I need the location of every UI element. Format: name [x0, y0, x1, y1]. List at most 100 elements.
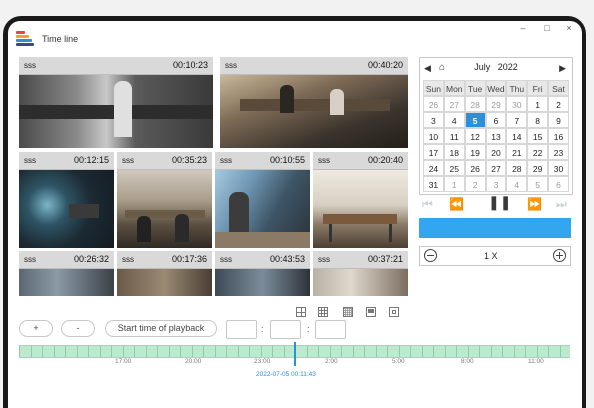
- timeline-tick: [157, 346, 158, 357]
- camera-tile[interactable]: sss 00:26:32: [19, 251, 114, 296]
- skip-start-icon[interactable]: ⏮: [422, 197, 433, 212]
- calendar-day[interactable]: 2: [548, 96, 569, 112]
- calendar-day[interactable]: 22: [527, 144, 549, 160]
- calendar-day[interactable]: 13: [485, 128, 507, 144]
- calendar-day[interactable]: 28: [464, 96, 486, 112]
- calendar-year[interactable]: 2022: [498, 62, 518, 72]
- camera-time: 00:43:53: [269, 254, 305, 264]
- camera-feed: [19, 170, 114, 248]
- calendar-day[interactable]: 26: [423, 96, 444, 112]
- calendar-day[interactable]: 7: [506, 112, 528, 128]
- calendar-day[interactable]: 6: [485, 112, 507, 128]
- camera-time: 00:20:40: [367, 155, 403, 165]
- camera-tile[interactable]: sss 00:10:55: [215, 152, 310, 248]
- close-button[interactable]: ×: [562, 23, 576, 33]
- calendar-day[interactable]: 1: [527, 96, 549, 112]
- pause-icon[interactable]: ❚❚: [488, 194, 511, 211]
- fullscreen-icon[interactable]: [389, 307, 399, 317]
- timeline-tick: [168, 346, 170, 357]
- camera-name: sss: [122, 156, 134, 165]
- calendar-day[interactable]: 26: [464, 160, 486, 176]
- layout-9-icon[interactable]: [318, 307, 328, 317]
- fast-forward-icon[interactable]: ⏩: [527, 197, 542, 211]
- layout-16-icon[interactable]: [343, 307, 353, 317]
- calendar-day[interactable]: 19: [464, 144, 486, 160]
- timeline-cursor[interactable]: [294, 342, 296, 366]
- calendar-day[interactable]: 10: [423, 128, 444, 144]
- camera-name: sss: [24, 255, 36, 264]
- timeline-tick: [122, 346, 124, 357]
- calendar-day[interactable]: 3: [423, 112, 444, 128]
- calendar-day[interactable]: 27: [485, 160, 507, 176]
- camera-time: 00:35:23: [171, 155, 207, 165]
- layout-custom-icon[interactable]: [366, 307, 376, 317]
- camera-name: sss: [220, 156, 232, 165]
- calendar-day[interactable]: 28: [506, 160, 528, 176]
- calendar-day[interactable]: 25: [443, 160, 465, 176]
- calendar-day[interactable]: 4: [506, 176, 528, 192]
- layout-4-icon[interactable]: [296, 307, 306, 317]
- calendar-day[interactable]: 5: [464, 112, 486, 128]
- next-month-icon[interactable]: ▶: [559, 63, 566, 74]
- calendar-day[interactable]: 8: [527, 112, 549, 128]
- start-time-button[interactable]: Start time of playback: [105, 320, 217, 337]
- calendar-month[interactable]: July: [474, 62, 490, 72]
- calendar-day[interactable]: 4: [443, 112, 465, 128]
- calendar-day[interactable]: 17: [423, 144, 444, 160]
- timeline-tick: [76, 346, 78, 357]
- minimize-button[interactable]: –: [516, 23, 530, 33]
- timeline-tick: [329, 346, 331, 357]
- progress-bar[interactable]: [419, 218, 571, 238]
- calendar-day[interactable]: 14: [506, 128, 528, 144]
- calendar-day[interactable]: 3: [485, 176, 507, 192]
- rewind-icon[interactable]: ⏪: [449, 197, 464, 211]
- camera-tile[interactable]: sss 00:35:23: [117, 152, 212, 248]
- camera-tile[interactable]: sss 00:17:36: [117, 251, 212, 296]
- calendar-day[interactable]: 15: [527, 128, 549, 144]
- timeline-tick: [180, 346, 181, 357]
- camera-tile[interactable]: sss 00:37:21: [313, 251, 408, 296]
- skip-end-icon[interactable]: ⏭: [556, 197, 567, 212]
- calendar-day[interactable]: 2: [464, 176, 486, 192]
- calendar-day[interactable]: 18: [443, 144, 465, 160]
- calendar-day[interactable]: 20: [485, 144, 507, 160]
- calendar-day[interactable]: 9: [548, 112, 569, 128]
- calendar-day[interactable]: 29: [485, 96, 507, 112]
- timeline-tick: [145, 346, 147, 357]
- speed-control: 1 X: [419, 246, 571, 266]
- calendar-day[interactable]: 5: [527, 176, 549, 192]
- camera-tile[interactable]: sss 00:43:53: [215, 251, 310, 296]
- camera-tile[interactable]: sss 00:20:40: [313, 152, 408, 248]
- camera-feed: [215, 269, 310, 296]
- start-hour-input[interactable]: [226, 320, 257, 339]
- start-minute-input[interactable]: [270, 320, 301, 339]
- speed-decrease-icon[interactable]: [424, 249, 437, 262]
- camera-tile[interactable]: sss 00:12:15: [19, 152, 114, 248]
- calendar-day[interactable]: 29: [527, 160, 549, 176]
- calendar-day[interactable]: 11: [443, 128, 465, 144]
- calendar-day[interactable]: 23: [548, 144, 569, 160]
- timeline-tick: [237, 346, 239, 357]
- timeline-tick: [502, 346, 503, 357]
- zoom-in-button[interactable]: +: [19, 320, 53, 337]
- calendar-day[interactable]: 31: [423, 176, 444, 192]
- calendar-month-year: July 2022: [420, 62, 572, 72]
- calendar-day[interactable]: 1: [443, 176, 465, 192]
- calendar-day[interactable]: 12: [464, 128, 486, 144]
- calendar-day[interactable]: 30: [548, 160, 569, 176]
- timeline-tick: [536, 346, 538, 357]
- calendar-day[interactable]: 30: [506, 96, 528, 112]
- calendar-day[interactable]: 24: [423, 160, 444, 176]
- speed-increase-icon[interactable]: [553, 249, 566, 262]
- timeline-tick: [306, 346, 308, 357]
- maximize-button[interactable]: □: [540, 23, 554, 33]
- camera-tile[interactable]: sss 00:40:20: [220, 57, 408, 148]
- calendar-day[interactable]: 16: [548, 128, 569, 144]
- calendar-day[interactable]: 6: [548, 176, 569, 192]
- start-second-input[interactable]: [315, 320, 346, 339]
- camera-tile[interactable]: sss 00:10:23: [19, 57, 213, 148]
- zoom-out-button[interactable]: -: [61, 320, 95, 337]
- calendar-day[interactable]: 27: [443, 96, 465, 112]
- calendar-day[interactable]: 21: [506, 144, 528, 160]
- timeline-tick: [456, 346, 457, 357]
